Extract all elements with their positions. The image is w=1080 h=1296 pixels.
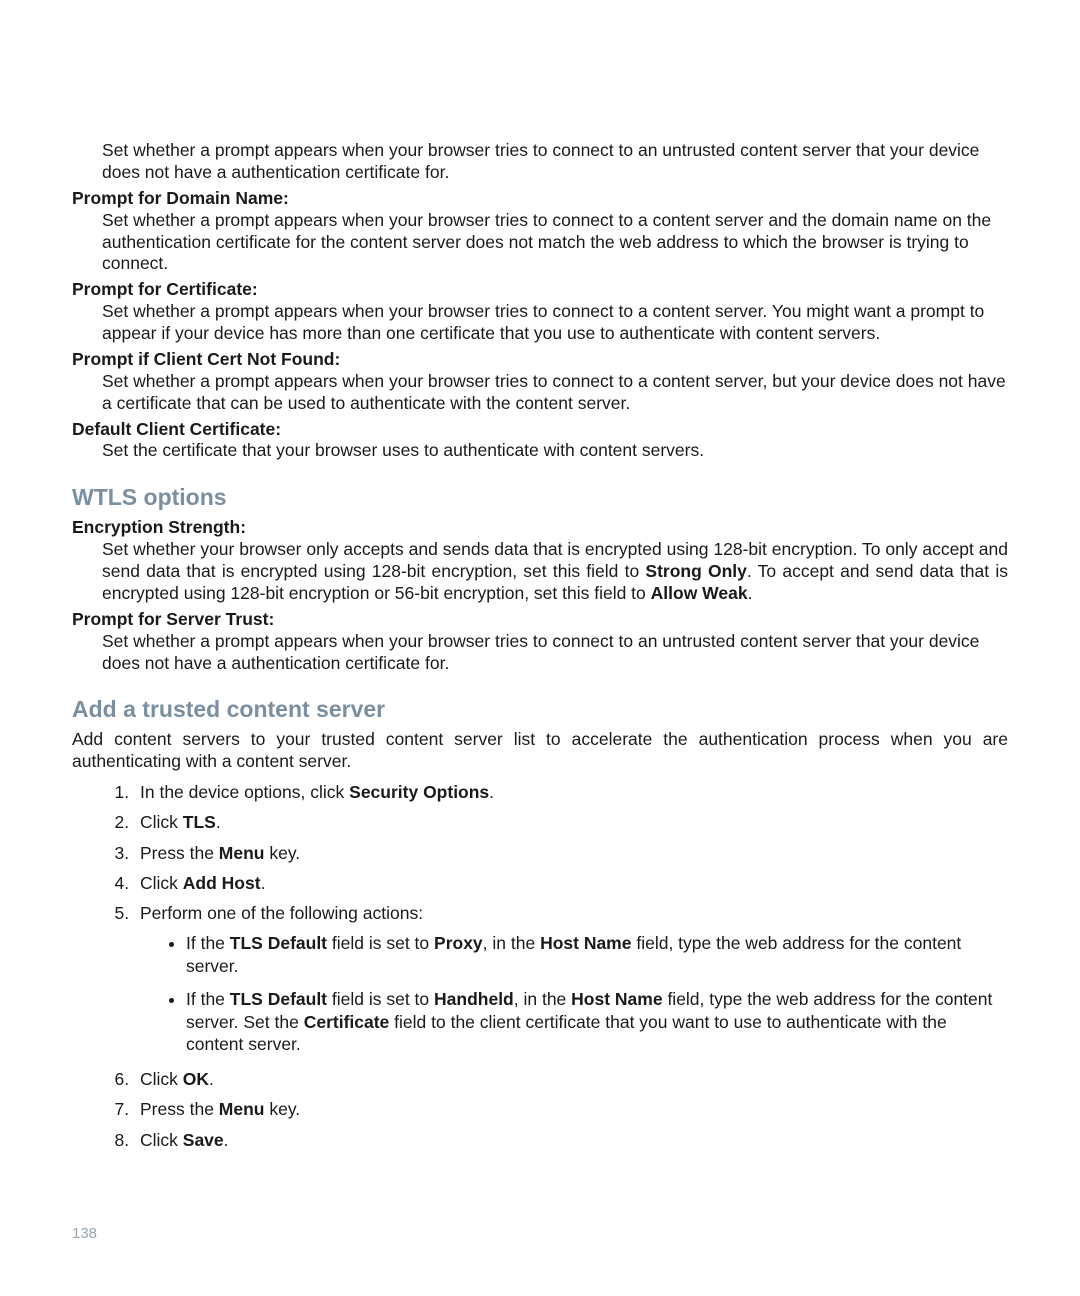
text-run: Press the <box>140 843 219 863</box>
bold-term: Menu <box>219 1099 265 1119</box>
bold-term: Allow Weak <box>651 583 748 603</box>
definition-description: Set whether a prompt appears when your b… <box>102 140 1008 184</box>
text-run: Click <box>140 1130 183 1150</box>
section-heading-add-trusted: Add a trusted content server <box>72 696 1008 723</box>
bold-term: Security Options <box>349 782 489 802</box>
definition-term: Encryption Strength: <box>72 517 1008 539</box>
sub-bullets: If the TLS Default field is set to Proxy… <box>140 932 1008 1056</box>
text-run: If the <box>186 989 230 1009</box>
text-run: field is set to <box>327 989 434 1009</box>
text-run: field is set to <box>327 933 434 953</box>
text-run: . <box>489 782 494 802</box>
definition-term: Prompt for Server Trust: <box>72 609 1008 631</box>
text-run: key. <box>265 1099 301 1119</box>
step-item: Press the Menu key. <box>134 1096 1008 1122</box>
bold-term: Strong Only <box>645 561 746 581</box>
text-run: . <box>209 1069 214 1089</box>
text-run: . <box>748 583 753 603</box>
definition-term: Prompt if Client Cert Not Found: <box>72 349 1008 371</box>
step-item: Perform one of the following actions: If… <box>134 900 1008 1056</box>
definition-description: Set whether a prompt appears when your b… <box>102 631 1008 675</box>
definition-term: Prompt for Domain Name: <box>72 188 1008 210</box>
step-item: Click Add Host. <box>134 870 1008 896</box>
text-run: Click <box>140 812 183 832</box>
bold-term: Proxy <box>434 933 483 953</box>
bold-term: Save <box>183 1130 224 1150</box>
bullet-item: If the TLS Default field is set to Handh… <box>186 988 1008 1056</box>
bold-term: Host Name <box>540 933 631 953</box>
step-item: Click OK. <box>134 1066 1008 1092</box>
ordered-steps: In the device options, click Security Op… <box>72 779 1008 1153</box>
definition-term: Prompt for Certificate: <box>72 279 1008 301</box>
step-item: Press the Menu key. <box>134 840 1008 866</box>
bold-term: Add Host <box>183 873 261 893</box>
text-run: key. <box>265 843 301 863</box>
definition-description: Set whether your browser only accepts an… <box>102 539 1008 605</box>
bold-term: Handheld <box>434 989 514 1009</box>
text-run: Click <box>140 1069 183 1089</box>
section-heading-wtls: WTLS options <box>72 484 1008 511</box>
bold-term: TLS Default <box>230 989 327 1009</box>
text-run: . <box>216 812 221 832</box>
step-item: In the device options, click Security Op… <box>134 779 1008 805</box>
bold-term: TLS <box>183 812 216 832</box>
bullet-item: If the TLS Default field is set to Proxy… <box>186 932 1008 978</box>
text-run: , in the <box>483 933 540 953</box>
text-run: . <box>224 1130 229 1150</box>
definition-description: Set the certificate that your browser us… <box>102 440 1008 462</box>
bold-term: Certificate <box>304 1012 390 1032</box>
bold-term: OK <box>183 1069 209 1089</box>
bold-term: Host Name <box>571 989 662 1009</box>
definition-term: Default Client Certificate: <box>72 419 1008 441</box>
step-item: Click Save. <box>134 1127 1008 1153</box>
text-run: . <box>261 873 266 893</box>
bold-term: TLS Default <box>230 933 327 953</box>
bold-term: Menu <box>219 843 265 863</box>
document-page: Set whether a prompt appears when your b… <box>0 0 1080 1296</box>
definition-description: Set whether a prompt appears when your b… <box>102 371 1008 415</box>
text-run: Perform one of the following actions: <box>140 903 423 923</box>
text-run: If the <box>186 933 230 953</box>
page-number: 138 <box>72 1225 97 1242</box>
definition-description: Set whether a prompt appears when your b… <box>102 301 1008 345</box>
paragraph: Add content servers to your trusted cont… <box>72 729 1008 773</box>
text-run: Press the <box>140 1099 219 1119</box>
text-run: , in the <box>514 989 571 1009</box>
step-item: Click TLS. <box>134 809 1008 835</box>
text-run: Click <box>140 873 183 893</box>
text-run: In the device options, click <box>140 782 349 802</box>
definition-description: Set whether a prompt appears when your b… <box>102 210 1008 276</box>
